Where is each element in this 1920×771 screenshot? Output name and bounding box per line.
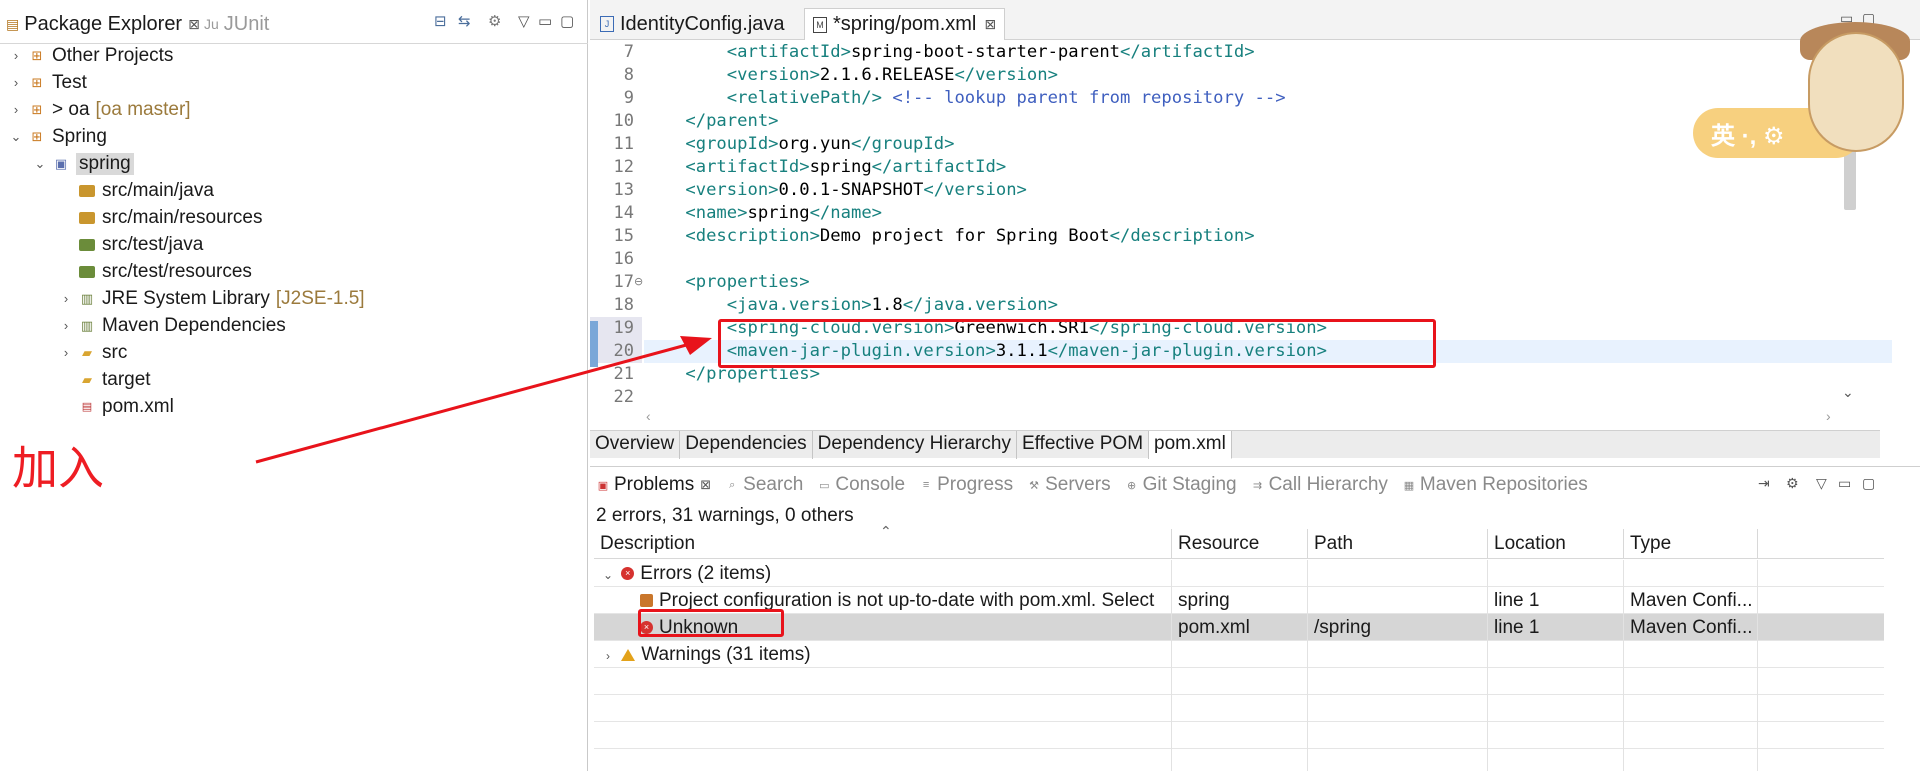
tab-label: Progress: [937, 474, 1014, 495]
table-row-empty: [594, 695, 1884, 722]
mascot-icon: [1808, 32, 1904, 152]
tab-search[interactable]: ⌕ Search: [725, 474, 803, 496]
row-resource: [1172, 560, 1308, 587]
maven-repositories-icon: ▦: [1403, 479, 1415, 492]
row-path: [1308, 587, 1488, 614]
column-header-type[interactable]: Type: [1624, 529, 1758, 559]
empty-cell: [1624, 749, 1758, 771]
table-row-empty: [594, 668, 1884, 695]
row-type: Maven Confi...: [1624, 614, 1758, 641]
sort-ascending-icon: ⌃: [880, 523, 892, 539]
tab-label: Search: [743, 474, 804, 495]
tab-label: Problems: [614, 474, 695, 495]
problems-view: ▣ Problems ⊠ ⌕ Search ▭ Console ≡ Progre…: [590, 466, 1920, 771]
empty-cell: [594, 749, 1172, 771]
progress-icon: ≡: [922, 479, 930, 491]
row-description: Warnings (31 items): [641, 644, 811, 665]
tab-label: Servers: [1045, 474, 1111, 495]
tab-git-staging[interactable]: ⊕ Git Staging: [1125, 474, 1237, 496]
column-header-path[interactable]: Path: [1308, 529, 1488, 559]
column-header-resource[interactable]: Resource: [1172, 529, 1308, 559]
problems-summary: 2 errors, 31 warnings, 0 others: [596, 505, 854, 526]
ime-status-label: 英 ·, ⚙: [1711, 122, 1785, 150]
row-resource: [1172, 641, 1308, 668]
empty-cell: [594, 695, 1172, 722]
bottom-view-tabbar: ▣ Problems ⊠ ⌕ Search ▭ Console ≡ Progre…: [590, 467, 1920, 503]
filter-icon[interactable]: ⇥: [1758, 475, 1770, 492]
config-error-icon: [640, 594, 653, 608]
table-row[interactable]: › Warnings (31 items): [594, 641, 1884, 668]
column-header-empty: [1758, 529, 1884, 559]
empty-cell: [1624, 668, 1758, 695]
table-row[interactable]: × Unknown pom.xml /spring line 1 Maven Co…: [594, 614, 1884, 641]
tab-label: Git Staging: [1142, 474, 1237, 495]
table-row-empty: [594, 749, 1884, 771]
git-staging-icon: ⊕: [1126, 479, 1137, 492]
close-icon[interactable]: ⊠: [700, 477, 711, 493]
tab-progress[interactable]: ≡ Progress: [919, 474, 1013, 496]
tab-problems[interactable]: ▣ Problems ⊠: [596, 474, 711, 496]
highlight-box-unknown: [638, 609, 784, 637]
row-type: Maven Confi...: [1624, 587, 1758, 614]
tab-servers[interactable]: ⚒ Servers: [1027, 474, 1110, 496]
row-location: [1488, 560, 1624, 587]
call-hierarchy-icon: ⇉: [1252, 479, 1263, 492]
empty-cell: [1308, 668, 1488, 695]
empty-cell: [1308, 722, 1488, 749]
empty-cell: [1488, 722, 1624, 749]
empty-cell: [1624, 722, 1758, 749]
table-row[interactable]: Project configuration is not up-to-date …: [594, 587, 1884, 614]
tab-label: Console: [835, 474, 906, 495]
row-description: Errors (2 items): [640, 563, 772, 584]
view-menu-icon[interactable]: ▽: [1816, 475, 1827, 492]
table-row-empty: [594, 722, 1884, 749]
empty-cell: [1172, 695, 1308, 722]
empty-cell: [1308, 749, 1488, 771]
empty-cell: [594, 722, 1172, 749]
empty-cell: [1172, 749, 1308, 771]
empty-cell: [594, 668, 1172, 695]
row-description: Project configuration is not up-to-date …: [659, 590, 1155, 611]
table-row[interactable]: ⌄ × Errors (2 items): [594, 560, 1884, 587]
tab-label: Call Hierarchy: [1268, 474, 1388, 495]
tab-call-hierarchy[interactable]: ⇉ Call Hierarchy: [1251, 474, 1388, 496]
empty-cell: [1172, 668, 1308, 695]
row-location: line 1: [1488, 614, 1624, 641]
console-icon: ▭: [819, 479, 830, 492]
row-path: [1308, 641, 1488, 668]
problems-icon: ▣: [597, 479, 609, 492]
empty-cell: [1488, 668, 1624, 695]
error-icon: ×: [621, 567, 635, 581]
maximize-icon[interactable]: ▢: [1862, 475, 1875, 492]
row-path: [1308, 560, 1488, 587]
row-path: /spring: [1308, 614, 1488, 641]
empty-cell: [1488, 749, 1624, 771]
minimize-icon[interactable]: ▭: [1838, 475, 1851, 492]
row-resource: pom.xml: [1172, 614, 1308, 641]
empty-cell: [1488, 695, 1624, 722]
row-location: line 1: [1488, 587, 1624, 614]
tab-console[interactable]: ▭ Console: [817, 474, 905, 496]
search-icon: ⌕: [729, 478, 736, 491]
empty-cell: [1172, 722, 1308, 749]
warning-icon: [621, 648, 636, 661]
empty-cell: [1624, 695, 1758, 722]
servers-icon: ⚒: [1029, 479, 1040, 492]
chevron-down-icon[interactable]: ⌄: [600, 562, 616, 587]
row-location: [1488, 641, 1624, 668]
tab-maven-repositories[interactable]: ▦ Maven Repositories: [1402, 474, 1588, 496]
row-resource: spring: [1172, 587, 1308, 614]
tab-label: Maven Repositories: [1419, 474, 1588, 495]
column-header-location[interactable]: Location: [1488, 529, 1624, 559]
chevron-right-icon[interactable]: ›: [600, 643, 616, 668]
row-type: [1624, 641, 1758, 668]
configure-icon[interactable]: ⚙: [1786, 475, 1799, 492]
empty-cell: [1308, 695, 1488, 722]
row-type: [1624, 560, 1758, 587]
